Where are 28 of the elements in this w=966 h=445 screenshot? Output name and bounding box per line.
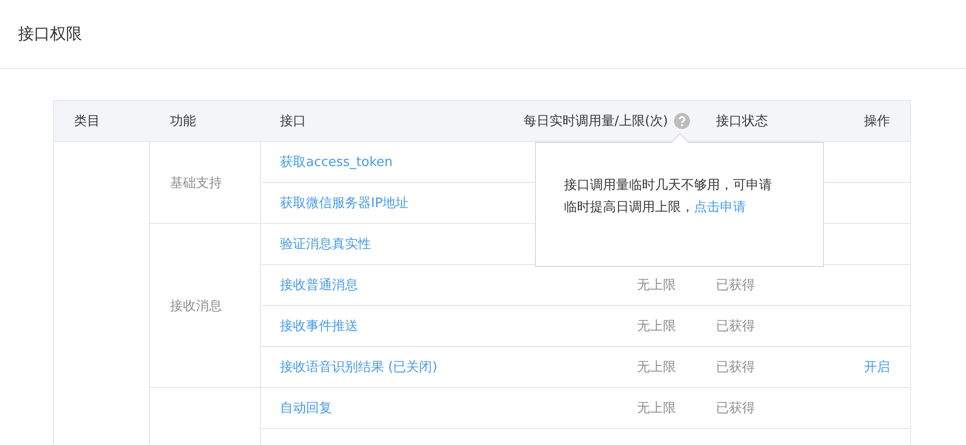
apply-link[interactable]: 点击申请 <box>694 200 746 215</box>
function-label: 接收消息 <box>170 298 222 314</box>
enable-link[interactable]: 开启 <box>864 360 890 375</box>
help-icon[interactable] <box>674 113 690 129</box>
interface-link[interactable]: 接收语音识别结果 (已关闭) <box>280 360 438 375</box>
interface-link[interactable]: 获取access_token <box>280 155 393 170</box>
quota-text: 无上限 <box>637 401 676 416</box>
status-text: 已获得 <box>716 319 755 334</box>
column-header: 类目 <box>73 113 101 130</box>
page-title: 接口权限 <box>18 24 82 44</box>
status-text: 已获得 <box>716 360 755 375</box>
status-text: 已获得 <box>716 278 755 293</box>
interface-link[interactable]: 自动回复 <box>280 401 332 416</box>
status-text: 已获得 <box>716 401 755 416</box>
interface-link[interactable]: 接收普通消息 <box>280 278 358 293</box>
tooltip-text: 接口调用量临时几天不够用，可申请临时提高日调用上限，点击申请 <box>564 178 772 215</box>
interface-link[interactable]: 接收事件推送 <box>280 319 358 334</box>
column-header: 接口状态 <box>715 113 769 130</box>
quota-text: 无上限 <box>637 278 676 293</box>
column-header: 接口 <box>279 113 307 130</box>
interface-link[interactable]: 获取微信服务器IP地址 <box>280 196 409 211</box>
quota-text: 无上限 <box>637 319 676 334</box>
column-header: 功能 <box>169 113 197 130</box>
column-header: 每日实时调用量/上限(次) <box>523 113 668 130</box>
interface-link[interactable]: 验证消息真实性 <box>280 237 371 252</box>
quota-text: 无上限 <box>637 360 676 375</box>
function-label: 基础支持 <box>170 174 222 192</box>
column-header: 操作 <box>863 113 891 130</box>
